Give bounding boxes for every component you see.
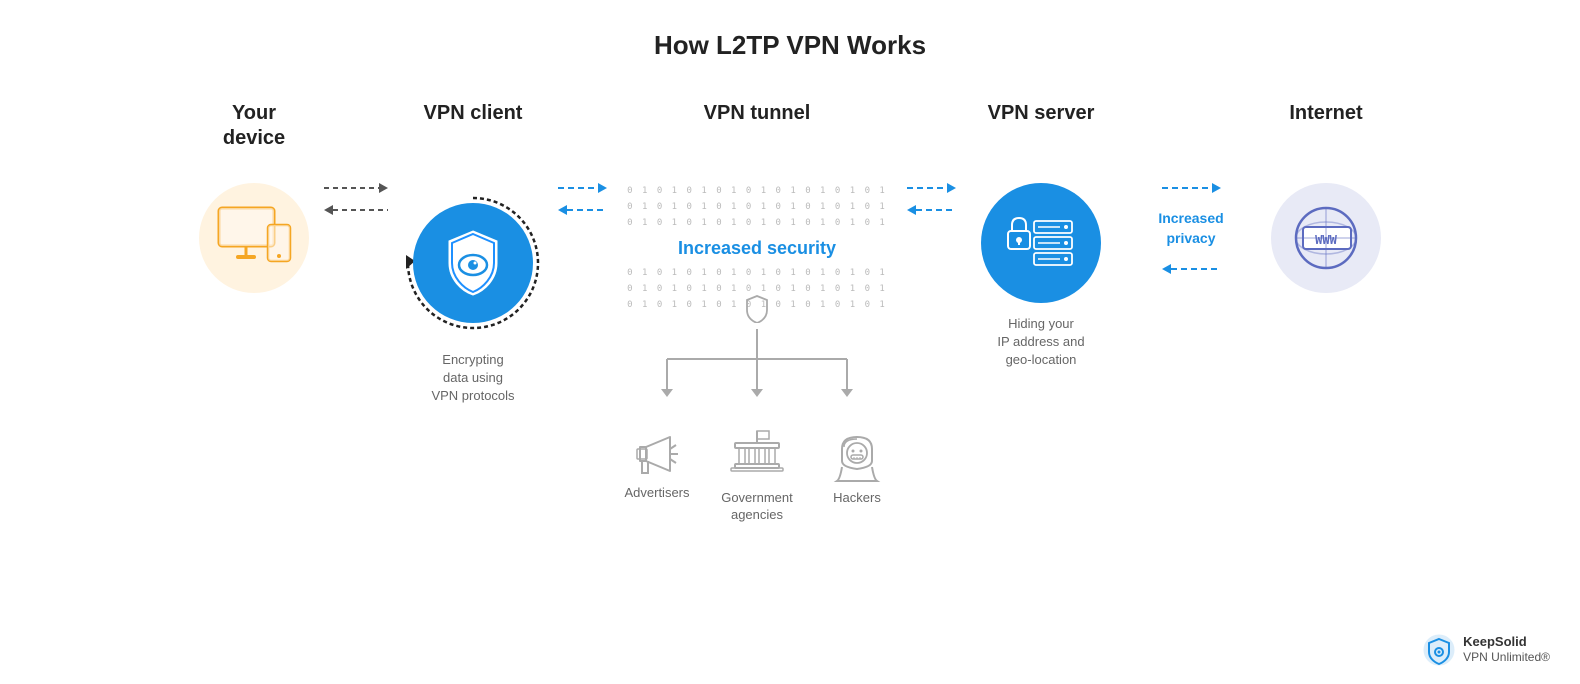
small-shield-icon [745,295,769,323]
keepsolid-text: KeepSolid VPN Unlimited® [1463,634,1550,666]
page-title: How L2TP VPN Works [654,30,926,61]
vpnserver-label: VPN server [988,101,1095,153]
arrows-client-tunnel [558,101,607,215]
binary-bottom-wrap: 0 1 0 1 0 1 0 1 0 1 0 1 0 1 0 1 0 1 0 1 … [627,265,887,314]
government-icon [727,429,787,484]
keepsolid-brand: KeepSolid [1463,634,1550,651]
vpnserver-sublabel: Hiding your IP address and geo-location [997,315,1084,370]
col-vpnserver: VPN server [956,101,1126,370]
col-internet: Internet WWW [1256,101,1396,293]
device-icon [214,203,294,273]
threat-advertisers: Advertisers [612,429,702,502]
device-label: Your device [223,101,285,153]
increased-security-text: Increased security [668,238,846,259]
threat-government: Governmentagencies [712,429,802,524]
keepsolid-badge: KeepSolid VPN Unlimited® [1423,634,1550,666]
arrow-to-client [324,183,388,193]
security-row: Increased security [668,232,846,265]
privacy-section: Increased privacy [1126,101,1256,274]
keepsolid-product: VPN Unlimited® [1463,650,1550,666]
flow-main: Your device [0,101,1580,524]
threat-hackers-label: Hackers [833,490,881,507]
arrow-to-internet [1162,183,1221,193]
privacy-text: Increased privacy [1154,205,1227,252]
arrow-from-internet [1162,264,1221,274]
arrow-from-client [324,205,388,215]
tunnel-content: 0 1 0 1 0 1 0 1 0 1 0 1 0 1 0 1 0 1 0 1 … [612,183,902,524]
threat-hackers: Hackers [812,429,902,507]
arrow-from-server [907,205,956,215]
tunnel-shield-icon [745,295,769,323]
binary-top: 0 1 0 1 0 1 0 1 0 1 0 1 0 1 0 1 0 1 0 1 … [627,183,887,232]
arrows-tunnel-server [907,101,956,215]
threat-connector-svg [617,329,897,429]
vpnclient-icon-area [393,183,553,343]
vpnclient-circle [413,203,533,323]
arrows-device-client [324,101,388,215]
internet-label: Internet [1289,101,1362,153]
diagram-wrapper: How L2TP VPN Works Your device [0,0,1580,684]
internet-icon-bg: WWW [1271,183,1381,293]
hacker-icon [832,429,882,484]
col-device: Your device [184,101,324,293]
arrow-to-tunnel [558,183,607,193]
tunnel-label: VPN tunnel [704,101,811,153]
col-tunnel: VPN tunnel 0 1 0 1 0 1 0 1 0 1 0 1 0 1 0… [607,101,907,524]
col-vpnclient: VPN client [388,101,558,406]
vpnclient-sublabel: Encrypting data using VPN protocols [431,351,514,406]
arrow-to-server [907,183,956,193]
keepsolid-logo-icon [1423,634,1455,666]
megaphone-icon [632,429,682,479]
device-icon-bg [199,183,309,293]
threats-row: Advertisers [612,429,902,524]
arrow-from-tunnel [558,205,607,215]
shield-eye-icon [443,229,503,297]
threat-advertisers-label: Advertisers [624,485,689,502]
vpnclient-label: VPN client [424,101,523,153]
vpnserver-circle [981,183,1101,303]
server-lock-icon [1006,213,1076,273]
threat-government-label: Governmentagencies [721,490,793,524]
globe-www-icon: WWW [1289,201,1364,276]
